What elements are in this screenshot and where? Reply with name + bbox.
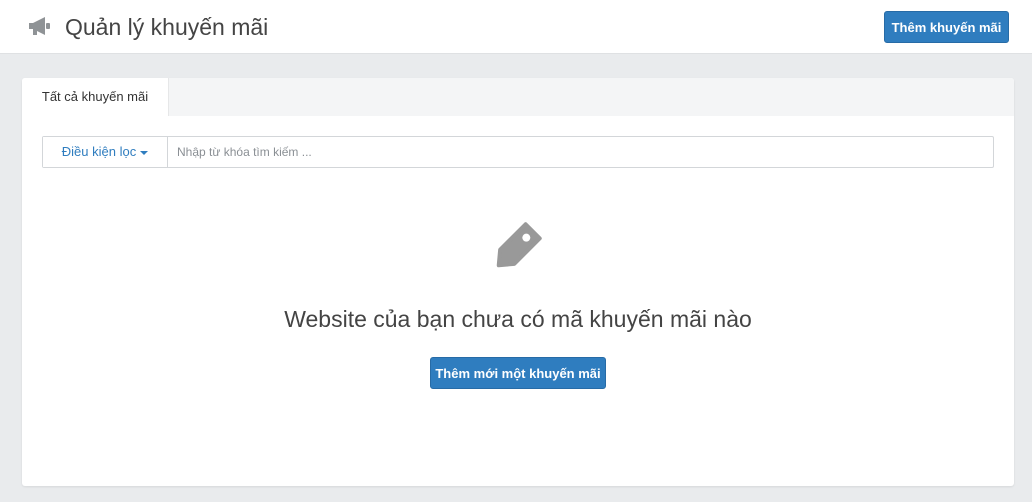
search-input[interactable]	[169, 137, 993, 167]
page-header: Quản lý khuyến mãi Thêm khuyến mãi	[0, 0, 1032, 54]
promotions-card: Tất cả khuyến mãi Điều kiện lọc Website …	[22, 78, 1014, 486]
empty-state-message: Website của bạn chưa có mã khuyến mãi nà…	[284, 306, 752, 332]
megaphone-icon	[29, 17, 50, 35]
filter-search-bar: Điều kiện lọc	[42, 136, 994, 168]
filter-button-label: Điều kiện lọc	[61, 144, 137, 159]
page-title: Quản lý khuyến mãi	[65, 14, 269, 40]
tab-all-promotions[interactable]: Tất cả khuyến mãi	[22, 78, 169, 116]
tab-bar: Tất cả khuyến mãi	[22, 78, 1014, 116]
tag-icon	[496, 222, 542, 268]
filter-conditions-dropdown[interactable]: Điều kiện lọc	[43, 137, 168, 167]
add-new-promotion-button[interactable]: Thêm mới một khuyến mãi	[430, 357, 606, 389]
add-promotion-button[interactable]: Thêm khuyến mãi	[884, 11, 1009, 43]
caret-down-icon	[140, 150, 149, 155]
